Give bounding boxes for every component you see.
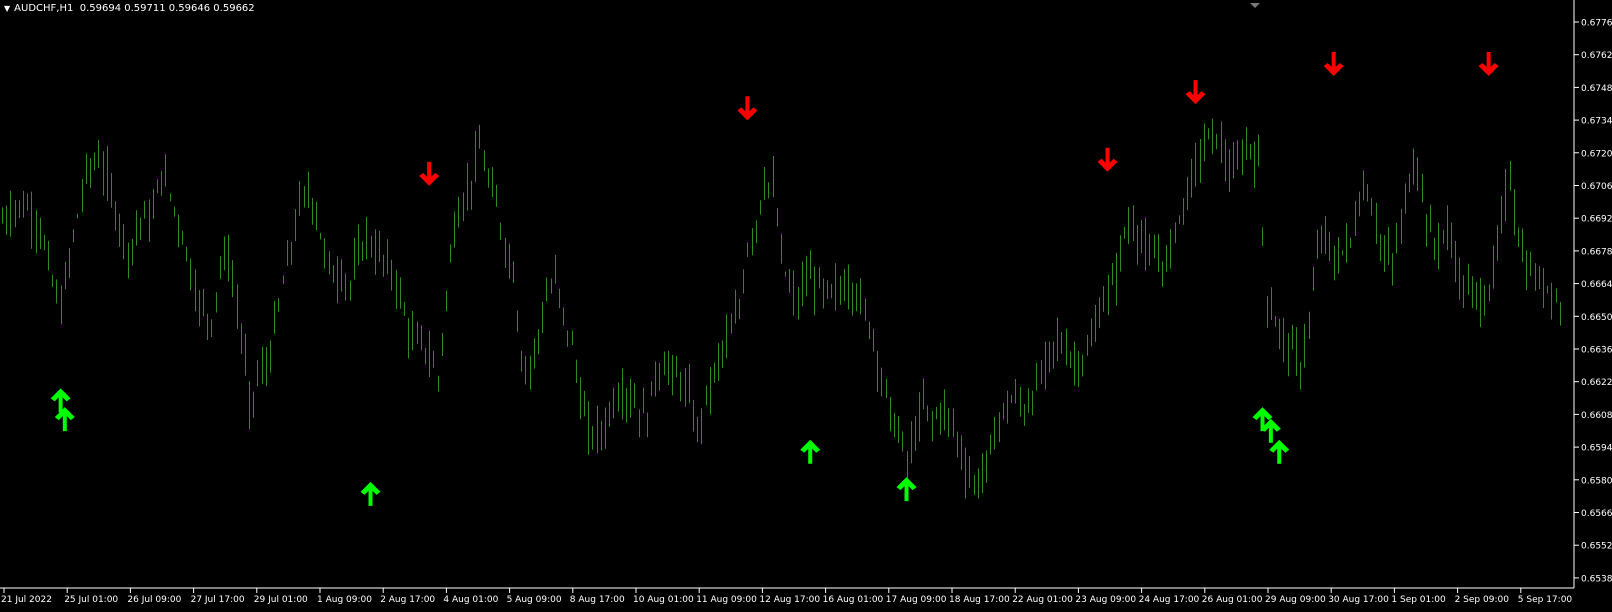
x-tick-label: 1 Aug 09:00 [317,595,372,605]
x-tick-label: 2 Aug 17:00 [380,595,435,605]
y-tick-label: 0.65660 [1581,509,1612,519]
y-tick-label: 0.66640 [1581,280,1612,290]
x-tick-label: 5 Sep 17:00 [1518,595,1573,605]
x-tick-label: 26 Aug 01:00 [1202,595,1263,605]
chart-canvas[interactable]: 0.67760 0.67620 0.67480 0.67340 0.67200 0.670… [0,0,1612,608]
y-tick-label: 0.66080 [1581,411,1612,421]
x-tick-label: 30 Aug 17:00 [1328,595,1389,605]
x-tick-label: 12 Aug 17:00 [759,595,820,605]
x-tick-label: 1 Sep 01:00 [1391,595,1446,605]
x-tick-label: 8 Aug 17:00 [570,595,625,605]
x-tick-label: 25 Jul 01:00 [64,595,118,605]
x-tick-label: 10 Aug 01:00 [633,595,694,605]
y-tick-label: 0.66780 [1581,247,1612,257]
x-tick-label: 4 Aug 01:00 [443,595,498,605]
x-tick-label: 29 Jul 01:00 [254,595,308,605]
y-tick-label: 0.67620 [1581,51,1612,61]
x-tick-label: 11 Aug 09:00 [696,595,757,605]
ohlc-values: 0.59694 0.59711 0.59646 0.59662 [79,3,255,14]
y-tick-label: 0.65520 [1581,542,1612,552]
x-tick-label: 27 Jul 17:00 [191,595,245,605]
y-tick-label: 0.67340 [1581,117,1612,127]
x-tick-label: 26 Jul 09:00 [127,595,181,605]
y-tick-label: 0.65940 [1581,444,1612,454]
x-tick-label: 29 Aug 09:00 [1265,595,1326,605]
y-tick-label: 0.66500 [1581,313,1612,323]
chart-background [0,0,1612,608]
y-tick-label: 0.67200 [1581,149,1612,159]
y-tick-label: 0.67060 [1581,182,1612,192]
y-tick-label: 0.66920 [1581,215,1612,225]
price-chart[interactable]: 0.67760 0.67620 0.67480 0.67340 0.67200 0.670… [0,0,1612,608]
x-tick-label: 18 Aug 17:00 [949,595,1010,605]
x-tick-label: 23 Aug 09:00 [1075,595,1136,605]
x-tick-label: 17 Aug 09:00 [886,595,947,605]
y-tick-label: 0.67480 [1581,84,1612,94]
x-tick-label: 21 Jul 2022 [1,595,52,605]
y-tick-label: 0.65380 [1581,574,1612,584]
chart-header: ▼ AUDCHF,H1 0.59694 0.59711 0.59646 0.596… [4,3,255,14]
triangle-down-icon[interactable]: ▼ [4,4,10,13]
y-tick-label: 0.65800 [1581,476,1612,486]
symbol-timeframe: AUDCHF,H1 [14,3,74,14]
y-tick-label: 0.66360 [1581,346,1612,356]
x-tick-label: 5 Aug 09:00 [507,595,562,605]
x-tick-label: 22 Aug 01:00 [1012,595,1073,605]
y-tick-label: 0.66220 [1581,378,1612,388]
x-tick-label: 16 Aug 01:00 [823,595,884,605]
x-tick-label: 2 Sep 09:00 [1455,595,1510,605]
x-tick-label: 24 Aug 17:00 [1139,595,1200,605]
y-tick-label: 0.67760 [1581,19,1612,29]
